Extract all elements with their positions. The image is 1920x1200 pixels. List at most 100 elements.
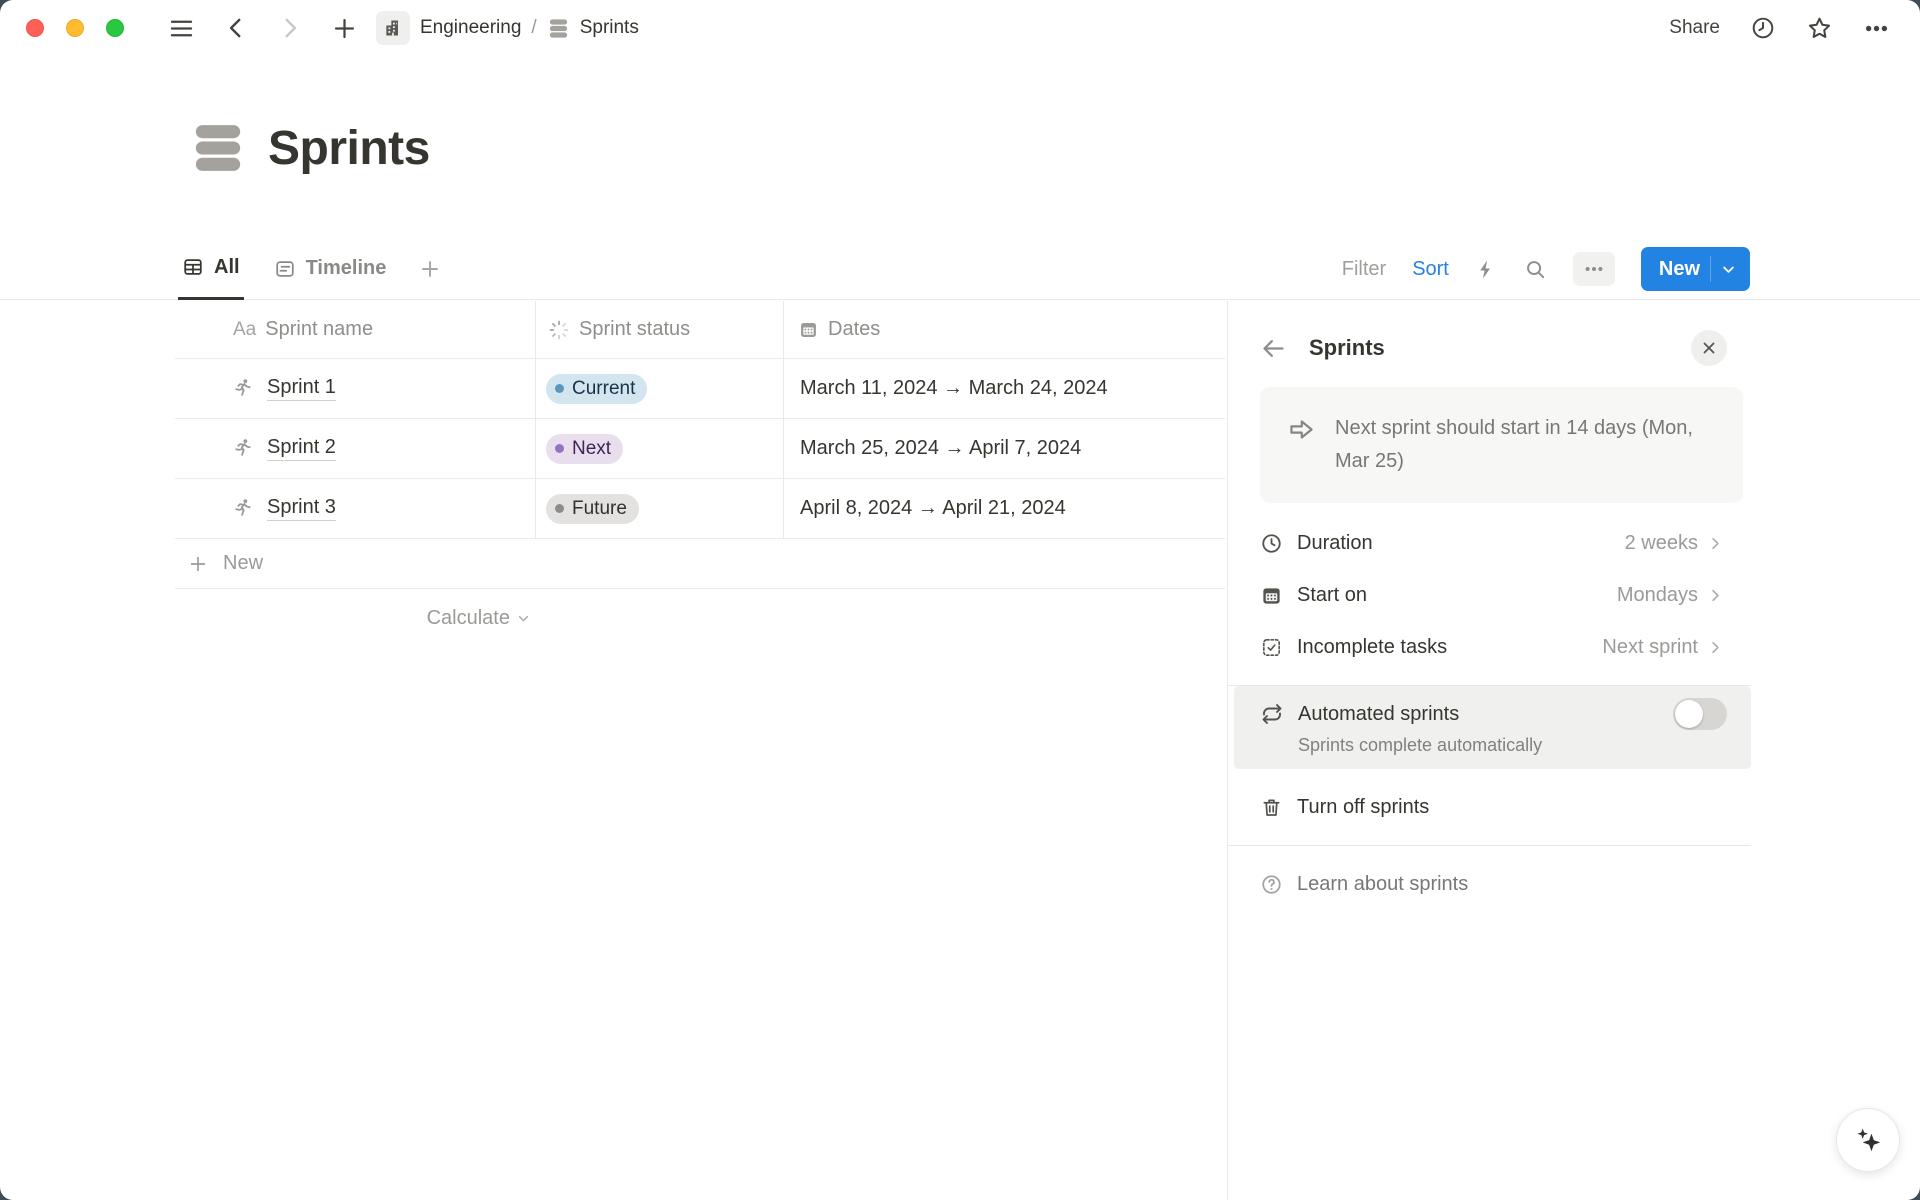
white-right-arrow-icon [1286,414,1317,478]
favorite-star-icon[interactable] [1806,15,1833,42]
back-button[interactable] [223,15,249,41]
status-label: Future [572,498,627,520]
main-content: Aa Sprint name Sprint status Dates Sprin… [0,301,1920,1200]
setting-start-on[interactable]: Start on Mondays [1260,569,1751,621]
add-view-icon[interactable] [418,257,442,281]
status-dot [555,384,564,393]
dates-cell[interactable]: April 8, 2024 → April 21, 2024 [784,479,1225,539]
forward-button[interactable] [277,15,303,41]
status-dot [555,504,564,513]
turn-off-sprints-label: Turn off sprints [1297,796,1429,819]
search-icon[interactable] [1524,258,1547,281]
repeat-icon [1260,702,1284,726]
trash-icon [1260,796,1283,819]
minimize-window-button[interactable] [66,19,84,37]
timeline-view-icon [274,258,296,280]
filter-button[interactable]: Filter [1342,258,1386,281]
tab-timeline[interactable]: Timeline [270,238,391,300]
calculate-label: Calculate [427,607,510,630]
sprint-status-cell[interactable]: Future [536,479,784,539]
next-sprint-notice: Next sprint should start in 14 days (Mon… [1260,387,1743,503]
chevron-right-icon [1706,586,1725,605]
automations-bolt-icon[interactable] [1475,258,1498,281]
zoom-window-button[interactable] [106,19,124,37]
sprint-page-link[interactable]: Sprint 3 [267,496,336,521]
table-view-icon [182,256,204,278]
runner-icon [231,497,254,520]
view-options-icon[interactable] [1573,252,1615,286]
learn-about-sprints-link[interactable]: Learn about sprints [1260,858,1751,910]
database-icon [547,17,570,40]
setting-value: 2 weeks [1625,532,1698,555]
table-row: Sprint 2 Next March 25, 2024 → April 7, … [175,419,1227,479]
column-label: Sprint name [265,318,373,341]
runner-icon [231,437,254,460]
setting-duration[interactable]: Duration 2 weeks [1260,517,1751,569]
dates-cell[interactable]: March 25, 2024 → April 7, 2024 [784,419,1225,479]
dates-cell[interactable]: March 11, 2024 → March 24, 2024 [784,359,1225,419]
setting-incomplete-tasks[interactable]: Incomplete tasks Next sprint [1260,621,1751,673]
calculate-button[interactable]: Calculate [175,589,536,647]
notion-window: Engineering / Sprints Share Sprints All … [0,0,1920,1200]
page-title: Sprints [268,121,430,176]
ai-assistant-button[interactable] [1836,1108,1900,1172]
column-label: Dates [828,318,880,341]
plus-icon [187,553,209,575]
divider [1228,845,1751,846]
new-row-button[interactable]: New [175,539,1225,589]
dotted-checkbox-icon [1260,636,1283,659]
history-clock-icon[interactable] [1750,15,1776,41]
automated-sprints-row[interactable]: Automated sprints Sprints complete autom… [1234,686,1751,769]
workspace-building-icon[interactable] [376,11,410,45]
column-header-sprint-status[interactable]: Sprint status [536,301,784,359]
close-window-button[interactable] [26,19,44,37]
sprint-settings-list: Duration 2 weeks Start on Mondays Incomp… [1260,517,1751,673]
tab-all[interactable]: All [178,238,244,300]
automated-sprints-label: Automated sprints [1298,703,1459,726]
sprint-name-cell[interactable]: Sprint 1 [175,359,536,419]
database-icon-large[interactable] [190,120,246,176]
new-button-label[interactable]: New [1641,258,1710,281]
new-page-icon[interactable] [331,15,358,42]
sort-button[interactable]: Sort [1412,258,1449,281]
setting-label: Incomplete tasks [1297,636,1447,659]
new-button[interactable]: New [1641,247,1750,291]
new-dropdown-chevron-icon[interactable] [1710,256,1750,282]
status-property-icon [548,319,570,341]
new-row-label: New [223,552,263,575]
column-header-sprint-name[interactable]: Aa Sprint name [175,301,536,359]
sprint-settings-panel: Sprints Next sprint should start in 14 d… [1227,301,1920,1200]
table-header-row: Aa Sprint name Sprint status Dates [175,301,1227,359]
sprint-name-cell[interactable]: Sprint 2 [175,419,536,479]
setting-label: Duration [1297,532,1373,555]
sprint-name-cell[interactable]: Sprint 3 [175,479,536,539]
panel-close-icon[interactable] [1691,330,1727,366]
table-row: Sprint 3 Future April 8, 2024 → April 21… [175,479,1227,539]
sprint-page-link[interactable]: Sprint 1 [267,376,336,401]
breadcrumb-separator: / [531,17,536,39]
breadcrumb-workspace[interactable]: Engineering [420,17,521,39]
status-badge: Future [546,494,639,524]
sprint-page-link[interactable]: Sprint 2 [267,436,336,461]
tab-all-label: All [214,256,240,279]
share-button[interactable]: Share [1669,17,1720,39]
turn-off-sprints-button[interactable]: Turn off sprints [1260,781,1751,833]
sprints-table: Aa Sprint name Sprint status Dates Sprin… [0,301,1227,1200]
view-toolbar: Filter Sort New [1342,238,1750,300]
column-header-dates[interactable]: Dates [784,301,1225,359]
sprint-status-cell[interactable]: Next [536,419,784,479]
status-label: Current [572,378,635,400]
chevron-down-icon [515,610,532,627]
sprint-status-cell[interactable]: Current [536,359,784,419]
status-badge: Current [546,374,647,404]
chevron-right-icon [1706,534,1725,553]
breadcrumb-page[interactable]: Sprints [580,17,639,39]
page-header: Sprints [190,120,430,176]
automated-sprints-toggle[interactable] [1673,698,1727,730]
panel-back-icon[interactable] [1260,335,1287,362]
column-label: Sprint status [579,318,690,341]
question-circle-icon [1260,873,1283,896]
notice-text: Next sprint should start in 14 days (Mon… [1335,412,1717,478]
sidebar-menu-icon[interactable] [168,15,195,42]
more-options-icon[interactable] [1863,15,1890,42]
